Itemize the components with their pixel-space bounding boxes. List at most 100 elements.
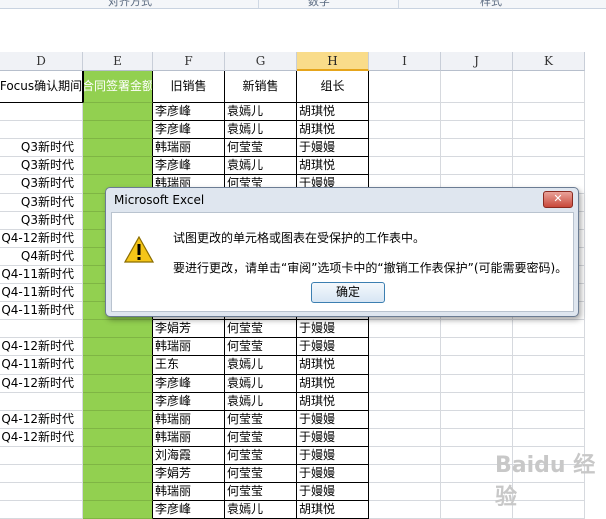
- cell-new-sales[interactable]: 袁嫣儿: [225, 157, 297, 175]
- cell-contract-amount[interactable]: [83, 447, 153, 465]
- cell-team-leader[interactable]: 于嫚嫚: [297, 411, 369, 429]
- cell-old-sales[interactable]: 李彦峰: [153, 121, 225, 139]
- cell-team-leader[interactable]: 胡琪悦: [297, 356, 369, 375]
- cell-old-sales[interactable]: 韩瑞丽: [153, 338, 225, 356]
- cell-team-leader[interactable]: 于嫚嫚: [297, 338, 369, 356]
- cell-old-sales[interactable]: 刘海霞: [153, 447, 225, 465]
- empty-cell[interactable]: [441, 411, 513, 429]
- cell-new-sales[interactable]: 何莹莹: [225, 465, 297, 483]
- empty-cell[interactable]: [369, 338, 441, 356]
- cell-team-leader[interactable]: 于嫚嫚: [297, 429, 369, 447]
- empty-cell[interactable]: [441, 139, 513, 157]
- close-button[interactable]: ✕: [543, 191, 573, 208]
- cell-new-sales[interactable]: 袁嫣儿: [225, 356, 297, 375]
- cell-focus-period[interactable]: Q4-11新时代: [0, 266, 83, 284]
- cell-contract-amount[interactable]: [83, 157, 153, 175]
- cell-new-sales[interactable]: 何莹莹: [225, 447, 297, 465]
- cell-old-sales[interactable]: 王东: [153, 356, 225, 375]
- empty-cell[interactable]: [513, 375, 585, 393]
- empty-cell[interactable]: [369, 501, 441, 519]
- cell-focus-period[interactable]: Q3新时代: [0, 175, 83, 194]
- cell-team-leader[interactable]: 胡琪悦: [297, 393, 369, 411]
- cell-new-sales[interactable]: 袁嫣儿: [225, 103, 297, 121]
- empty-cell[interactable]: [513, 429, 585, 447]
- cell-focus-period[interactable]: Q3新时代: [0, 194, 83, 212]
- header-cell-new-sales[interactable]: 新销售: [225, 71, 297, 103]
- empty-cell[interactable]: [369, 411, 441, 429]
- empty-cell[interactable]: [513, 121, 585, 139]
- cell-old-sales[interactable]: 韩瑞丽: [153, 429, 225, 447]
- cell-new-sales[interactable]: 袁嫣儿: [225, 393, 297, 411]
- ribbon-group-styles[interactable]: 样式: [480, 0, 502, 8]
- empty-cell[interactable]: [369, 375, 441, 393]
- cell-contract-amount[interactable]: [83, 483, 153, 501]
- empty-cell[interactable]: [369, 447, 441, 465]
- empty-cell[interactable]: [369, 103, 441, 121]
- cell-focus-period[interactable]: [0, 447, 83, 465]
- empty-cell[interactable]: [441, 71, 513, 103]
- cell-new-sales[interactable]: 何莹莹: [225, 411, 297, 429]
- cell-old-sales[interactable]: 李彦峰: [153, 375, 225, 393]
- cell-contract-amount[interactable]: [83, 465, 153, 483]
- cell-team-leader[interactable]: 于嫚嫚: [297, 320, 369, 338]
- cell-new-sales[interactable]: 何莹莹: [225, 139, 297, 157]
- empty-cell[interactable]: [369, 71, 441, 103]
- cell-contract-amount[interactable]: [83, 320, 153, 338]
- empty-cell[interactable]: [441, 375, 513, 393]
- empty-cell[interactable]: [369, 121, 441, 139]
- cell-focus-period[interactable]: Q4-12新时代: [0, 411, 83, 429]
- empty-cell[interactable]: [513, 139, 585, 157]
- cell-old-sales[interactable]: 李彦峰: [153, 157, 225, 175]
- empty-cell[interactable]: [513, 411, 585, 429]
- cell-old-sales[interactable]: 李娟芳: [153, 465, 225, 483]
- cell-new-sales[interactable]: 袁嫣儿: [225, 501, 297, 519]
- header-cell-focus-period[interactable]: Focus确认期间: [0, 71, 83, 103]
- cell-contract-amount[interactable]: [83, 429, 153, 447]
- empty-cell[interactable]: [441, 356, 513, 375]
- cell-focus-period[interactable]: [0, 483, 83, 501]
- cell-old-sales[interactable]: 李彦峰: [153, 501, 225, 519]
- empty-cell[interactable]: [441, 103, 513, 121]
- empty-cell[interactable]: [369, 157, 441, 175]
- cell-focus-period[interactable]: Q4-12新时代: [0, 338, 83, 356]
- empty-cell[interactable]: [441, 320, 513, 338]
- empty-cell[interactable]: [513, 320, 585, 338]
- cell-new-sales[interactable]: 何莹莹: [225, 483, 297, 501]
- cell-focus-period[interactable]: [0, 393, 83, 411]
- empty-cell[interactable]: [369, 465, 441, 483]
- cell-old-sales[interactable]: 韩瑞丽: [153, 483, 225, 501]
- header-cell-old-sales[interactable]: 旧销售: [153, 71, 225, 103]
- cell-old-sales[interactable]: 李娟芳: [153, 320, 225, 338]
- cell-old-sales[interactable]: 李彦峰: [153, 393, 225, 411]
- empty-cell[interactable]: [369, 139, 441, 157]
- cell-team-leader[interactable]: 胡琪悦: [297, 157, 369, 175]
- cell-focus-period[interactable]: Q4-11新时代: [0, 356, 83, 375]
- header-cell-contract-amount[interactable]: 合同签署金额: [83, 71, 153, 103]
- column-header-d[interactable]: D: [0, 52, 83, 71]
- cell-focus-period[interactable]: [0, 121, 83, 139]
- empty-cell[interactable]: [369, 356, 441, 375]
- cell-contract-amount[interactable]: [83, 338, 153, 356]
- cell-team-leader[interactable]: 胡琪悦: [297, 103, 369, 121]
- column-header-k[interactable]: K: [513, 52, 585, 71]
- empty-cell[interactable]: [441, 338, 513, 356]
- cell-focus-period[interactable]: [0, 465, 83, 483]
- cell-old-sales[interactable]: 韩瑞丽: [153, 139, 225, 157]
- empty-cell[interactable]: [513, 393, 585, 411]
- cell-focus-period[interactable]: Q4新时代: [0, 248, 83, 266]
- cell-new-sales[interactable]: 何莹莹: [225, 338, 297, 356]
- cell-focus-period[interactable]: Q4-11新时代: [0, 302, 83, 320]
- column-header-i[interactable]: I: [369, 52, 441, 71]
- ribbon-group-alignment[interactable]: 对齐方式: [108, 0, 152, 8]
- empty-cell[interactable]: [441, 157, 513, 175]
- cell-focus-period[interactable]: Q4-12新时代: [0, 230, 83, 248]
- ribbon-group-number[interactable]: 数字: [308, 0, 330, 8]
- empty-cell[interactable]: [369, 429, 441, 447]
- cell-new-sales[interactable]: 何莹莹: [225, 320, 297, 338]
- cell-focus-period[interactable]: Q3新时代: [0, 139, 83, 157]
- cell-contract-amount[interactable]: [83, 501, 153, 519]
- cell-contract-amount[interactable]: [83, 393, 153, 411]
- cell-focus-period[interactable]: [0, 103, 83, 121]
- empty-cell[interactable]: [513, 356, 585, 375]
- cell-contract-amount[interactable]: [83, 103, 153, 121]
